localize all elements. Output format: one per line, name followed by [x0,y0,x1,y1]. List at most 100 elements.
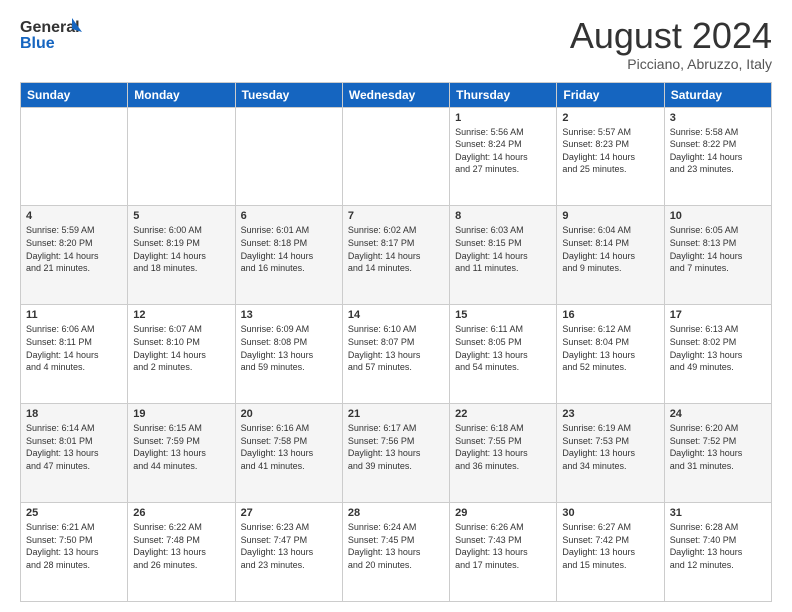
day-info: Sunrise: 6:18 AMSunset: 7:55 PMDaylight:… [455,422,551,472]
day-number: 11 [26,309,122,321]
day-number: 30 [562,507,658,519]
table-row: 27 Sunrise: 6:23 AMSunset: 7:47 PMDayligh… [235,503,342,602]
day-number: 5 [133,210,229,222]
day-info: Sunrise: 6:17 AMSunset: 7:56 PMDaylight:… [348,422,444,472]
table-row: 22 Sunrise: 6:18 AMSunset: 7:55 PMDayligh… [450,404,557,503]
table-row: 14 Sunrise: 6:10 AMSunset: 8:07 PMDayligh… [342,305,449,404]
day-number: 18 [26,408,122,420]
day-number: 26 [133,507,229,519]
logo-svg: GeneralBlue [20,16,90,52]
table-row [21,107,128,206]
table-row [128,107,235,206]
table-row: 7 Sunrise: 6:02 AMSunset: 8:17 PMDaylight… [342,206,449,305]
day-info: Sunrise: 6:28 AMSunset: 7:40 PMDaylight:… [670,521,766,571]
table-row: 29 Sunrise: 6:26 AMSunset: 7:43 PMDayligh… [450,503,557,602]
header-saturday: Saturday [664,82,771,107]
calendar-row-5: 25 Sunrise: 6:21 AMSunset: 7:50 PMDayligh… [21,503,772,602]
table-row: 31 Sunrise: 6:28 AMSunset: 7:40 PMDayligh… [664,503,771,602]
calendar-row-1: 1 Sunrise: 5:56 AMSunset: 8:24 PMDaylight… [21,107,772,206]
day-number: 29 [455,507,551,519]
table-row: 1 Sunrise: 5:56 AMSunset: 8:24 PMDaylight… [450,107,557,206]
day-info: Sunrise: 6:09 AMSunset: 8:08 PMDaylight:… [241,323,337,373]
table-row [235,107,342,206]
table-row: 30 Sunrise: 6:27 AMSunset: 7:42 PMDayligh… [557,503,664,602]
day-info: Sunrise: 6:19 AMSunset: 7:53 PMDaylight:… [562,422,658,472]
header: GeneralBlue August 2024 Picciano, Abruzz… [20,16,772,72]
table-row: 11 Sunrise: 6:06 AMSunset: 8:11 PMDayligh… [21,305,128,404]
calendar-row-4: 18 Sunrise: 6:14 AMSunset: 8:01 PMDayligh… [21,404,772,503]
svg-text:General: General [20,19,80,36]
day-info: Sunrise: 6:02 AMSunset: 8:17 PMDaylight:… [348,224,444,274]
table-row: 23 Sunrise: 6:19 AMSunset: 7:53 PMDayligh… [557,404,664,503]
day-number: 28 [348,507,444,519]
header-friday: Friday [557,82,664,107]
table-row: 21 Sunrise: 6:17 AMSunset: 7:56 PMDayligh… [342,404,449,503]
day-info: Sunrise: 5:57 AMSunset: 8:23 PMDaylight:… [562,126,658,176]
header-wednesday: Wednesday [342,82,449,107]
day-info: Sunrise: 6:07 AMSunset: 8:10 PMDaylight:… [133,323,229,373]
day-info: Sunrise: 6:06 AMSunset: 8:11 PMDaylight:… [26,323,122,373]
table-row: 24Sunrise: 6:20 AMSunset: 7:52 PMDayligh… [664,404,771,503]
day-number: 16 [562,309,658,321]
day-number: 10 [670,210,766,222]
day-number: 19 [133,408,229,420]
table-row: 8 Sunrise: 6:03 AMSunset: 8:15 PMDaylight… [450,206,557,305]
day-number: 20 [241,408,337,420]
day-info: Sunrise: 6:00 AMSunset: 8:19 PMDaylight:… [133,224,229,274]
day-info: Sunrise: 5:58 AMSunset: 8:22 PMDaylight:… [670,126,766,176]
day-info: Sunrise: 6:21 AMSunset: 7:50 PMDaylight:… [26,521,122,571]
day-info: Sunrise: 6:14 AMSunset: 8:01 PMDaylight:… [26,422,122,472]
day-info: Sunrise: 6:10 AMSunset: 8:07 PMDaylight:… [348,323,444,373]
day-info: Sunrise: 6:15 AMSunset: 7:59 PMDaylight:… [133,422,229,472]
calendar-row-3: 11 Sunrise: 6:06 AMSunset: 8:11 PMDayligh… [21,305,772,404]
table-row: 26 Sunrise: 6:22 AMSunset: 7:48 PMDayligh… [128,503,235,602]
day-number: 4 [26,210,122,222]
day-number: 23 [562,408,658,420]
day-number: 31 [670,507,766,519]
table-row: 9 Sunrise: 6:04 AMSunset: 8:14 PMDaylight… [557,206,664,305]
day-number: 25 [26,507,122,519]
day-info: Sunrise: 6:27 AMSunset: 7:42 PMDaylight:… [562,521,658,571]
header-tuesday: Tuesday [235,82,342,107]
day-number: 22 [455,408,551,420]
table-row: 12Sunrise: 6:07 AMSunset: 8:10 PMDayligh… [128,305,235,404]
day-number: 3 [670,112,766,124]
day-number: 9 [562,210,658,222]
day-number: 14 [348,309,444,321]
day-info: Sunrise: 6:12 AMSunset: 8:04 PMDaylight:… [562,323,658,373]
table-row: 13Sunrise: 6:09 AMSunset: 8:08 PMDayligh… [235,305,342,404]
day-info: Sunrise: 6:23 AMSunset: 7:47 PMDaylight:… [241,521,337,571]
day-info: Sunrise: 6:03 AMSunset: 8:15 PMDaylight:… [455,224,551,274]
calendar-row-2: 4 Sunrise: 5:59 AMSunset: 8:20 PMDaylight… [21,206,772,305]
day-info: Sunrise: 6:13 AMSunset: 8:02 PMDaylight:… [670,323,766,373]
table-row: 19 Sunrise: 6:15 AMSunset: 7:59 PMDayligh… [128,404,235,503]
day-number: 21 [348,408,444,420]
day-number: 1 [455,112,551,124]
logo: GeneralBlue [20,16,90,52]
table-row: 2Sunrise: 5:57 AMSunset: 8:23 PMDaylight… [557,107,664,206]
table-row: 17Sunrise: 6:13 AMSunset: 8:02 PMDayligh… [664,305,771,404]
day-info: Sunrise: 6:04 AMSunset: 8:14 PMDaylight:… [562,224,658,274]
table-row: 4 Sunrise: 5:59 AMSunset: 8:20 PMDaylight… [21,206,128,305]
weekday-header-row: Sunday Monday Tuesday Wednesday Thursday… [21,82,772,107]
svg-text:Blue: Blue [20,35,55,52]
table-row: 6Sunrise: 6:01 AMSunset: 8:18 PMDaylight… [235,206,342,305]
day-number: 8 [455,210,551,222]
day-info: Sunrise: 5:56 AMSunset: 8:24 PMDaylight:… [455,126,551,176]
day-info: Sunrise: 6:22 AMSunset: 7:48 PMDaylight:… [133,521,229,571]
day-number: 27 [241,507,337,519]
table-row [342,107,449,206]
day-info: Sunrise: 6:24 AMSunset: 7:45 PMDaylight:… [348,521,444,571]
table-row: 28 Sunrise: 6:24 AMSunset: 7:45 PMDayligh… [342,503,449,602]
title-block: August 2024 Picciano, Abruzzo, Italy [570,16,772,72]
day-info: Sunrise: 5:59 AMSunset: 8:20 PMDaylight:… [26,224,122,274]
header-thursday: Thursday [450,82,557,107]
day-number: 7 [348,210,444,222]
day-number: 15 [455,309,551,321]
month-title: August 2024 [570,16,772,56]
day-info: Sunrise: 6:20 AMSunset: 7:52 PMDaylight:… [670,422,766,472]
table-row: 15Sunrise: 6:11 AMSunset: 8:05 PMDayligh… [450,305,557,404]
table-row: 10 Sunrise: 6:05 AMSunset: 8:13 PMDayligh… [664,206,771,305]
day-info: Sunrise: 6:26 AMSunset: 7:43 PMDaylight:… [455,521,551,571]
day-info: Sunrise: 6:05 AMSunset: 8:13 PMDaylight:… [670,224,766,274]
